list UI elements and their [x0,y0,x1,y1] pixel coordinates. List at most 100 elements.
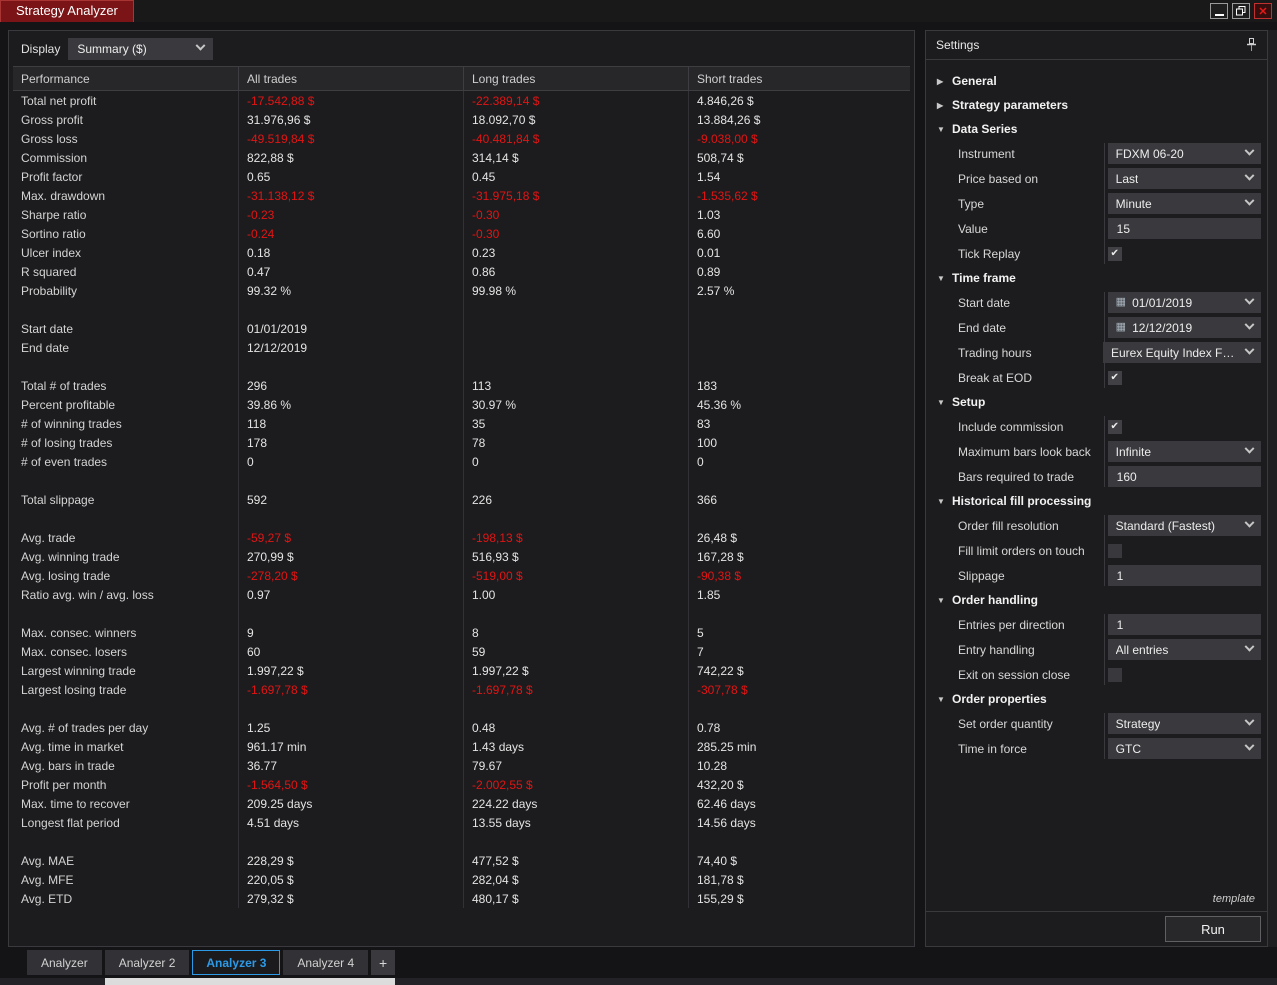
metric-value: 1.997,22 $ [463,661,688,680]
settings-field-break-at-eod: Break at EOD ✔ [934,365,1261,390]
metric-value: 10.28 [688,756,910,775]
include-commission-checkbox[interactable]: ✔ [1107,419,1122,434]
table-row: Avg. trade -59,27 $ -198,13 $26,48 $ [13,528,910,547]
display-row: Display Summary ($) [9,31,914,66]
settings-section-order-properties[interactable]: ▼ Order properties [934,687,1261,711]
field-label: Tick Replay [958,246,1021,261]
column-header-performance[interactable]: Performance [13,67,238,90]
table-spacer-row [13,300,910,319]
settings-field-start-date: Start date ▦ 01/01/2019 [934,290,1261,315]
chevron-expanded-icon: ▼ [937,397,945,407]
metric-value: -90,38 $ [688,566,910,585]
slippage-input[interactable]: 1 [1107,565,1261,586]
settings-section-setup[interactable]: ▼ Setup [934,390,1261,414]
close-button[interactable]: ✕ [1254,3,1272,19]
settings-section-strategy-parameters[interactable]: ▶ Strategy parameters [934,93,1261,117]
table-row: Avg. MFE 220,05 $282,04 $181,78 $ [13,870,910,889]
metric-value: 13.884,26 $ [688,110,910,129]
entry-handling-select[interactable]: All entries [1107,639,1261,660]
table-row: Max. time to recover 209.25 days 224.22 da… [13,794,910,813]
table-row: Sortino ratio -0.24 -0.30 6.60 [13,224,910,243]
chevron-expanded-icon: ▼ [937,124,945,134]
metric-value: -40.481,84 $ [463,129,688,148]
metric-value: 0.18 [238,243,463,262]
field-label: Value [958,221,988,236]
tick-replay-checkbox[interactable]: ✔ [1107,246,1122,261]
settings-section-data-series[interactable]: ▼ Data Series [934,117,1261,141]
metric-value: -2.002,55 $ [463,775,688,794]
metric-value: 1.85 [688,585,910,604]
restore-button[interactable] [1232,3,1250,19]
instrument-select[interactable]: FDXM 06-20 [1107,143,1261,164]
metric-value: 296 [238,376,463,395]
column-header-long-trades[interactable]: Long trades [463,67,688,90]
metric-value: 01/01/2019 [238,319,463,338]
field-label: Type [958,196,985,211]
metric-value: -17.542,88 $ [238,91,463,110]
metric-value [238,300,463,319]
metric-value [463,604,688,623]
order-fill-resolution-select[interactable]: Standard (Fastest) [1107,515,1261,536]
metric-value: 366 [688,490,910,509]
chevron-down-icon [1244,443,1255,454]
settings-section-general[interactable]: ▶ General [934,69,1261,93]
tab-analyzer-4[interactable]: Analyzer 4 [283,950,369,975]
value-input[interactable]: 15 [1107,218,1261,239]
metric-value: 2.57 % [688,281,910,300]
trading-hours-select[interactable]: Eurex Equity Index Fut... [1103,342,1261,363]
template-link[interactable]: template [1213,893,1255,905]
metric-label: Avg. # of trades per day [21,720,149,735]
section-items: Instrument FDXM 06-20 Price based on Last Ty… [934,141,1261,266]
metric-value [463,338,688,357]
metric-value: 1.43 days [463,737,688,756]
display-select[interactable]: Summary ($) [68,37,214,60]
section-label: Time frame [952,271,1016,285]
price-based-on-select[interactable]: Last [1107,168,1261,189]
metric-label [13,509,238,528]
maximum-bars-look-back-select[interactable]: Infinite [1107,441,1261,462]
table-row: Avg. bars in trade 36.77 79.67 10.28 [13,756,910,775]
metric-label: Sharpe ratio [21,207,87,222]
type-select[interactable]: Minute [1107,193,1261,214]
run-button[interactable]: Run [1165,916,1261,942]
end-date-select[interactable]: ▦ 12/12/2019 [1107,317,1261,338]
fill-limit-orders-on-touch-checkbox[interactable] [1107,543,1122,558]
tab-analyzer[interactable]: Analyzer [27,950,102,975]
chevron-down-icon [1244,715,1255,726]
break-at-eod-checkbox[interactable]: ✔ [1107,370,1122,385]
select-value: GTC [1115,741,1142,756]
settings-section-order-handling[interactable]: ▼ Order handling [934,588,1261,612]
metric-value: 7 [688,642,910,661]
metric-value: -31.138,12 $ [238,186,463,205]
settings-field-value: Value 15 [934,216,1261,241]
chevron-expanded-icon: ▼ [937,595,945,605]
metric-value: 12/12/2019 [238,338,463,357]
set-order-quantity-select[interactable]: Strategy [1107,713,1261,734]
metric-value: 226 [463,490,688,509]
metric-label: Gross profit [21,112,84,127]
metric-label: Total net profit [21,93,97,108]
horizontal-scrollbar-thumb[interactable] [105,978,395,985]
time-in-force-select[interactable]: GTC [1107,738,1261,759]
metric-value: 822,88 $ [238,148,463,167]
column-header-short-trades[interactable]: Short trades [688,67,910,90]
add-tab-button[interactable]: + [371,950,396,975]
exit-on-session-close-checkbox[interactable] [1107,667,1122,682]
settings-section-historical-fill-processing[interactable]: ▼ Historical fill processing [934,489,1261,513]
start-date-select[interactable]: ▦ 01/01/2019 [1107,292,1261,313]
horizontal-scrollbar[interactable] [0,978,1277,985]
minimize-button[interactable] [1210,3,1228,19]
window-title-tab[interactable]: Strategy Analyzer [0,0,134,22]
tab-analyzer-3[interactable]: Analyzer 3 [192,950,281,975]
table-spacer-row [13,604,910,623]
pin-button[interactable] [1246,37,1257,53]
settings-scrollbar-gutter[interactable] [1268,30,1277,947]
entries-per-direction-input[interactable]: 1 [1107,614,1261,635]
settings-section-time-frame[interactable]: ▼ Time frame [934,266,1261,290]
bars-required-to-trade-input[interactable]: 160 [1107,466,1261,487]
metric-value: 35 [463,414,688,433]
table-row: # of winning trades 118 35 83 [13,414,910,433]
tab-analyzer-2[interactable]: Analyzer 2 [104,950,190,975]
chevron-down-icon [1244,195,1255,206]
column-header-all-trades[interactable]: All trades [238,67,463,90]
